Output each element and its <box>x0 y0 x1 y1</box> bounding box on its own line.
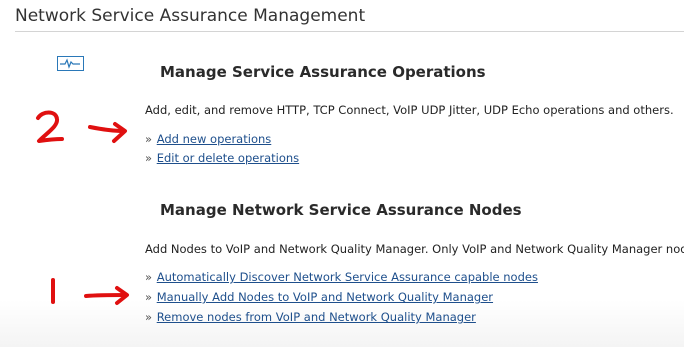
annotation-arrow-to-manual-add-nodes <box>84 286 129 305</box>
auto-discover-nodes-link[interactable]: Automatically Discover Network Service A… <box>157 270 538 284</box>
add-new-operations-link[interactable]: Add new operations <box>157 132 272 146</box>
manually-add-nodes-link[interactable]: Manually Add Nodes to VoIP and Network Q… <box>157 290 493 304</box>
page-title: Network Service Assurance Management <box>15 6 366 26</box>
bullet: » <box>145 132 153 146</box>
pulse-monitor-icon <box>57 56 84 71</box>
edit-delete-operations-link[interactable]: Edit or delete operations <box>157 151 299 165</box>
title-divider <box>15 31 684 32</box>
section-heading-operations: Manage Service Assurance Operations <box>160 63 486 81</box>
bullet: » <box>145 151 153 165</box>
section-description-nodes: Add Nodes to VoIP and Network Quality Ma… <box>145 242 684 256</box>
section-heading-nodes: Manage Network Service Assurance Nodes <box>160 201 522 219</box>
link-row-add-operations: » Add new operations <box>145 132 271 146</box>
link-row-remove-nodes: » Remove nodes from VoIP and Network Qua… <box>145 310 476 324</box>
bullet: » <box>145 270 153 284</box>
annotation-arrow-to-add-operations <box>88 122 127 143</box>
link-row-discover-nodes: » Automatically Discover Network Service… <box>145 270 538 284</box>
annotation-number-two <box>36 110 64 143</box>
remove-nodes-link[interactable]: Remove nodes from VoIP and Network Quali… <box>157 310 476 324</box>
link-row-manual-add-nodes: » Manually Add Nodes to VoIP and Network… <box>145 290 493 304</box>
annotation-number-one <box>51 278 55 304</box>
link-row-edit-operations: » Edit or delete operations <box>145 151 299 165</box>
section-description-operations: Add, edit, and remove HTTP, TCP Connect,… <box>145 103 674 117</box>
bullet: » <box>145 290 153 304</box>
bullet: » <box>145 310 153 324</box>
